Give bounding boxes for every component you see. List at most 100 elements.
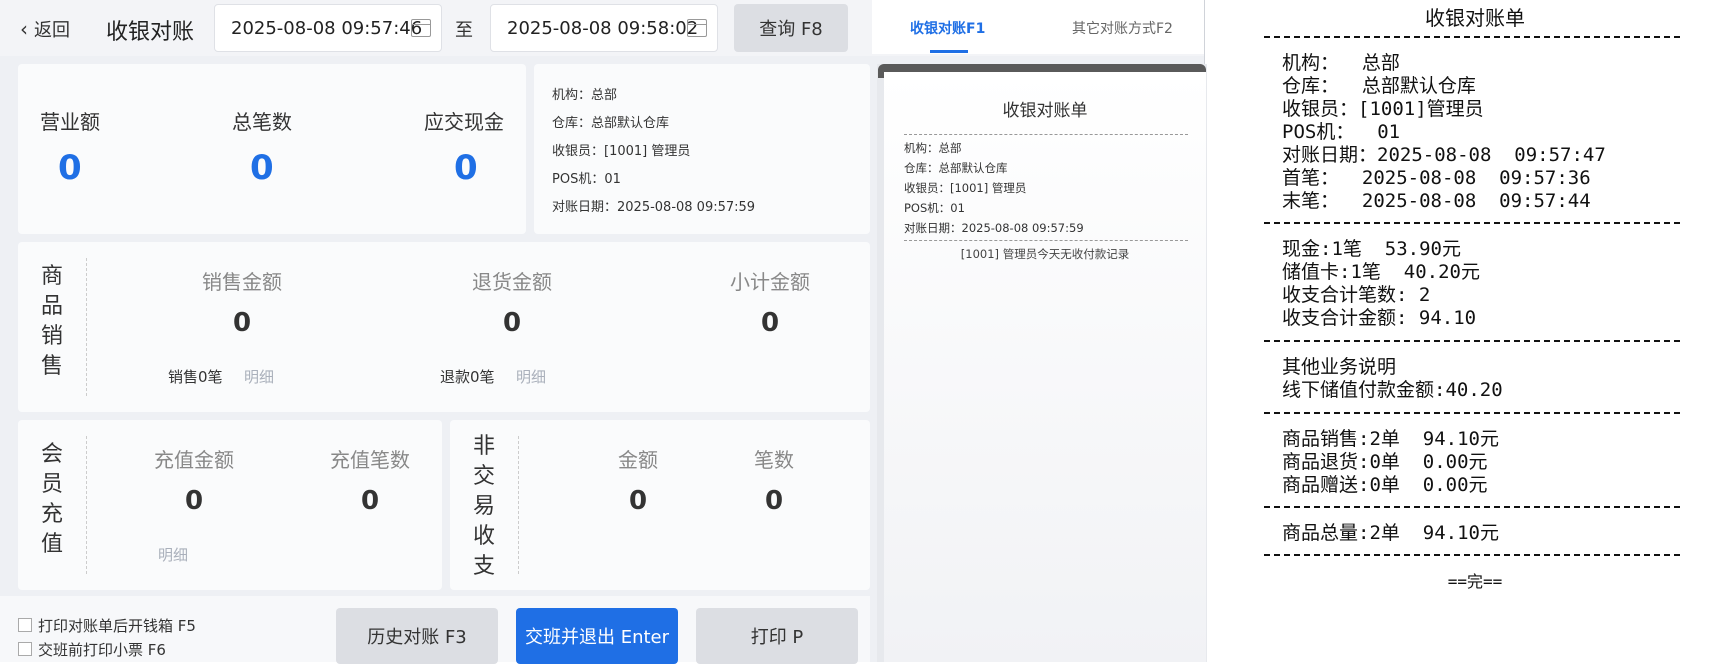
non-trade-side-label: 非 交 易 收 支 [472, 432, 496, 582]
tab-other-reconciliation[interactable]: 其它对账方式F2 [1072, 18, 1173, 38]
receipt-separator [1264, 36, 1680, 38]
member-recharge-side-label: 会 员 充 值 [40, 440, 64, 560]
end-datetime-input[interactable]: 2025-08-08 09:58:02 [490, 4, 718, 52]
history-button[interactable]: 历史对账 F3 [336, 608, 498, 664]
receipt-separator [1264, 412, 1680, 414]
receipt-end: ==完== [1447, 572, 1503, 591]
refund-detail-link[interactable]: 明细 [516, 366, 546, 387]
sales-detail-link[interactable]: 明细 [244, 366, 274, 387]
preview-note: [1001] 管理员今天无收付款记录 [960, 247, 1130, 261]
tab-bar: 收银对账F1 其它对账方式F2 [872, 0, 1204, 54]
print-button[interactable]: 打印 P [696, 608, 858, 664]
recharge-amount-label: 充值金额 [154, 448, 234, 472]
divider [86, 258, 87, 396]
preview-date: 对账日期：2025-08-08 09:57:59 [904, 221, 1084, 235]
handover-exit-button[interactable]: 交班并退出 Enter [516, 608, 678, 664]
end-datetime-value: 2025-08-08 09:58:02 [507, 17, 699, 39]
cash-due-value: 0 [454, 148, 478, 188]
cash-due-label: 应交现金 [424, 110, 504, 134]
recharge-count-label: 充值笔数 [330, 448, 410, 472]
total-count-value: 0 [250, 148, 274, 188]
side-char: 收 [472, 524, 495, 549]
receipt-separator [1264, 554, 1680, 556]
subtotal-amount-label: 小计金额 [730, 270, 810, 294]
refund-amount-label: 退货金额 [472, 270, 552, 294]
preview-pos: POS机：01 [904, 201, 965, 215]
revenue-label: 营业额 [40, 110, 100, 134]
receipt-separator [1264, 340, 1680, 342]
side-char: 充 [40, 502, 63, 527]
side-char: 值 [40, 532, 63, 557]
side-char: 售 [40, 354, 63, 379]
range-separator: 至 [455, 20, 473, 41]
side-char: 员 [40, 472, 63, 497]
info-warehouse: 仓库：总部默认仓库 [552, 116, 670, 131]
receipt-line: 线下储值付款金额:40.20 [1282, 379, 1503, 401]
sales-amount-value: 0 [232, 308, 252, 338]
query-button[interactable]: 查询 F8 [734, 4, 848, 52]
open-drawer-checkbox[interactable] [18, 618, 32, 632]
refund-amount-value: 0 [502, 308, 522, 338]
side-char: 商 [40, 264, 63, 289]
calendar-icon[interactable] [687, 19, 707, 37]
member-recharge-card: 会 员 充 值 充值金额 0 充值笔数 0 明细 [18, 420, 442, 590]
chevron-left-icon: ‹ [20, 17, 28, 41]
non-trade-count-label: 笔数 [754, 448, 794, 472]
receipt-title: 收银对账单 [1425, 6, 1525, 30]
info-cashier: 收银员：[1001] 管理员 [552, 144, 691, 159]
summary-card: 营业额 0 总笔数 0 应交现金 0 [18, 64, 526, 234]
sales-count: 销售0笔 [168, 368, 223, 386]
print-ticket-checkbox[interactable] [18, 642, 32, 656]
preview-org: 机构：总部 [904, 141, 962, 155]
receipt-separator [1264, 222, 1680, 224]
sales-amount-label: 销售金额 [202, 270, 282, 294]
preview-warehouse: 仓库：总部默认仓库 [904, 161, 1008, 175]
side-char: 易 [472, 494, 495, 519]
info-card: 机构：总部 仓库：总部默认仓库 收银员：[1001] 管理员 POS机：01 对… [534, 64, 870, 234]
back-label: 返回 [34, 20, 70, 41]
non-trade-card: 非 交 易 收 支 金额 0 笔数 0 [450, 420, 870, 590]
start-datetime-input[interactable]: 2025-08-08 09:57:46 [214, 4, 442, 52]
calendar-icon[interactable] [411, 19, 431, 37]
recharge-detail-link[interactable]: 明细 [158, 544, 188, 565]
total-count-label: 总笔数 [232, 110, 292, 134]
divider [518, 436, 519, 574]
preview-separator [904, 240, 1188, 241]
preview-separator [904, 134, 1188, 135]
reconciliation-app: ‹ 返回 收银对账 2025-08-08 09:57:46 至 2025-08-… [0, 0, 1207, 664]
active-tab-indicator [930, 50, 968, 53]
refund-count: 退款0笔 [440, 368, 495, 386]
receipt-separator [1264, 506, 1680, 508]
side-char: 会 [40, 442, 63, 467]
receipt-paper: 收银对账单 机构：总部 仓库：总部默认仓库 收银员：[1001] 管理员 POS… [884, 72, 1206, 662]
receipt-line: 末笔： 2025-08-08 09:57:44 [1282, 190, 1591, 212]
receipt-line: 商品赠送:0单 0.00元 [1282, 474, 1488, 496]
non-trade-count-value: 0 [764, 486, 784, 516]
preview-cashier: 收银员：[1001] 管理员 [904, 181, 1027, 195]
recharge-count-value: 0 [360, 486, 380, 516]
goods-sales-side-label: 商 品 销 售 [40, 262, 64, 382]
print-ticket-label[interactable]: 交班前打印小票 F6 [38, 639, 166, 660]
divider [86, 436, 87, 574]
side-char: 品 [40, 294, 63, 319]
page-title: 收银对账 [106, 20, 195, 45]
info-date: 对账日期：2025-08-08 09:57:59 [552, 200, 756, 215]
info-org: 机构：总部 [552, 88, 618, 103]
printed-receipt: 收银对账单 机构： 总部 仓库： 总部默认仓库 收银员：[1001]管理员 PO… [1230, 0, 1720, 662]
goods-sales-card: 商 品 销 售 销售金额 0 退货金额 0 小计金额 0 销售0笔 明细 退款0… [18, 242, 870, 412]
revenue-value: 0 [58, 148, 82, 188]
receipt-line: 商品总量:2单 94.10元 [1282, 522, 1499, 544]
preview-title: 收银对账单 [1002, 101, 1088, 121]
tab-cashier-reconciliation[interactable]: 收银对账F1 [910, 18, 985, 38]
open-drawer-label[interactable]: 打印对账单后开钱箱 F5 [38, 615, 196, 636]
start-datetime-value: 2025-08-08 09:57:46 [231, 17, 423, 39]
side-char: 交 [472, 464, 495, 489]
subtotal-amount-value: 0 [760, 308, 780, 338]
receipt-line: 收支合计金额: 94.10 [1282, 307, 1477, 329]
side-char: 支 [472, 554, 495, 579]
back-button[interactable]: ‹ 返回 [20, 16, 70, 42]
side-char: 销 [40, 324, 63, 349]
side-char: 非 [472, 434, 495, 459]
recharge-amount-value: 0 [184, 486, 204, 516]
info-pos: POS机：01 [552, 172, 621, 187]
